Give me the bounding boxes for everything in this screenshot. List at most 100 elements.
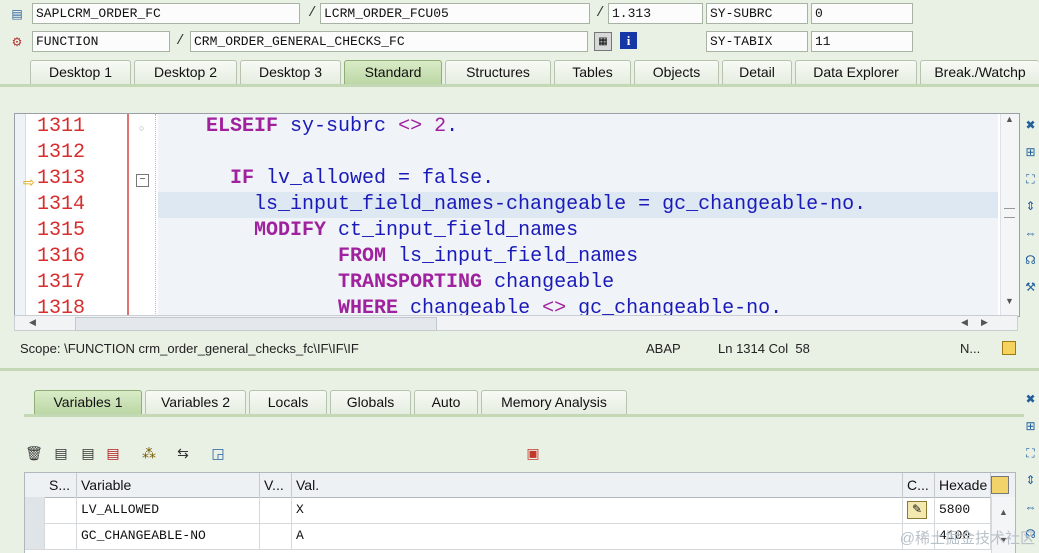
hex-cell: 5800	[935, 497, 991, 523]
notepad-icon[interactable]	[1002, 341, 1016, 355]
variable-cell[interactable]: GC_CHANGEABLE-NO	[77, 523, 260, 549]
split-icon[interactable]: ⊞	[1022, 415, 1039, 437]
line-number: 1317	[37, 271, 86, 294]
separator-slash: /	[308, 5, 317, 21]
line-number: 1311	[37, 115, 86, 138]
sysvar-value-field[interactable]: 0	[811, 3, 913, 24]
maximize-icon[interactable]: ⛶	[1022, 168, 1039, 190]
sysvar-name-field[interactable]: SY-TABIX	[706, 31, 808, 52]
close-icon[interactable]: ✖	[1022, 388, 1039, 410]
tab-auto[interactable]: Auto	[414, 390, 478, 414]
tab-standard[interactable]: Standard	[344, 60, 442, 84]
code-area[interactable]: ELSEIF sy-subrc <> 2. IF lv_allowed = fa…	[158, 114, 998, 316]
swap-vertical-icon[interactable]: ⇕	[1022, 195, 1039, 217]
value-cell[interactable]: X	[292, 497, 903, 523]
column-header-variable[interactable]: Variable	[77, 473, 260, 497]
line-number: 1313	[37, 167, 86, 190]
tab-variables-2[interactable]: Variables 2	[145, 390, 246, 414]
watermark: @稀土掘金技术社区	[899, 530, 1035, 547]
collapse-block-icon[interactable]: −	[136, 174, 149, 187]
type-field[interactable]: FUNCTION	[32, 31, 170, 52]
swap-horizontal-icon[interactable]: ⇔	[1022, 222, 1039, 244]
code-line: TRANSPORTING changeable	[338, 271, 615, 294]
column-header-change[interactable]: C...	[903, 473, 935, 497]
source-code-editor[interactable]: ⇨ 1311 1312 1313 1314 1315 1316 1317 131…	[14, 113, 1020, 317]
scroll-left-icon[interactable]: ◀	[961, 317, 968, 328]
document-icon[interactable]: ▤	[103, 443, 123, 463]
scroll-thumb[interactable]	[1004, 208, 1015, 218]
tab-memory-analysis[interactable]: Memory Analysis	[481, 390, 627, 414]
scroll-thumb[interactable]	[75, 317, 437, 331]
row-selector[interactable]	[25, 523, 45, 549]
editor-horizontal-scrollbar[interactable]: ◀ ◀ ▶	[14, 315, 1018, 331]
column-header-status[interactable]: S...	[45, 473, 77, 497]
tab-locals[interactable]: Locals	[249, 390, 327, 414]
document-icon[interactable]: ▤	[78, 443, 98, 463]
tab-desktop-1[interactable]: Desktop 1	[30, 60, 131, 84]
tab-data-explorer[interactable]: Data Explorer	[795, 60, 917, 84]
line-field[interactable]: 1.313	[608, 3, 703, 24]
scroll-up-icon[interactable]: ▲	[1005, 114, 1014, 124]
separator-slash: /	[176, 33, 185, 49]
tab-detail[interactable]: Detail	[722, 60, 792, 84]
column-header-value[interactable]: Val.	[292, 473, 903, 497]
line-number: 1316	[37, 245, 86, 268]
info-icon[interactable]: i	[620, 32, 637, 49]
tab-desktop-2[interactable]: Desktop 2	[134, 60, 237, 84]
scroll-left-icon[interactable]: ◀	[29, 317, 36, 328]
swap-vertical-icon[interactable]: ⇕	[1022, 469, 1039, 491]
tab-objects[interactable]: Objects	[634, 60, 719, 84]
headset-icon[interactable]: ☊	[1022, 249, 1039, 271]
variable-cell[interactable]: LV_ALLOWED	[77, 497, 260, 523]
include-field[interactable]: LCRM_ORDER_FCU05	[320, 3, 590, 24]
table-row[interactable]: GC_CHANGEABLE-NO A 4100	[25, 523, 1015, 550]
tab-desktop-3[interactable]: Desktop 3	[240, 60, 341, 84]
value-cell[interactable]: A	[292, 523, 903, 549]
line-number-gutter: 1311 1312 1313 1314 1315 1316 1317 1318	[37, 114, 129, 316]
editor-vertical-scrollbar[interactable]: ▲ ▼	[1000, 114, 1019, 316]
sysvar-value-field[interactable]: 11	[811, 31, 913, 52]
delete-icon[interactable]: 🗑	[24, 443, 44, 463]
table-row[interactable]: LV_ALLOWED X ✎ 5800	[25, 497, 1015, 524]
editor-side-toolbar: ✖ ⊞ ⛶ ⇕ ⇔ ☊ ⚒	[1022, 114, 1039, 303]
tab-breakpoints-watchpoints[interactable]: Break./Watchp	[920, 60, 1039, 84]
editor-status-bar: Scope: \FUNCTION crm_order_general_check…	[14, 336, 1024, 362]
scroll-up-icon[interactable]: ▲	[999, 507, 1008, 517]
variables-side-toolbar: ✖ ⊞ ⛶ ⇕ ⇔ ☊	[1022, 388, 1039, 550]
display-icon[interactable]: ◲	[208, 443, 228, 463]
change-cell[interactable]: ✎	[903, 497, 935, 523]
row-selector[interactable]	[25, 497, 45, 523]
scroll-right-icon[interactable]: ▶	[981, 317, 988, 328]
tab-variables-1[interactable]: Variables 1	[34, 390, 142, 414]
display-object-icon[interactable]: ▦	[594, 32, 612, 51]
pencil-icon[interactable]: ✎	[907, 501, 927, 519]
tab-tables[interactable]: Tables	[554, 60, 631, 84]
tools-icon[interactable]: ⚒	[1022, 276, 1039, 298]
column-header-hex[interactable]: Hexade	[935, 473, 991, 497]
maximize-icon[interactable]: ⛶	[1022, 442, 1039, 464]
program-field[interactable]: SAPLCRM_ORDER_FC	[32, 3, 300, 24]
editor-left-strip	[15, 114, 26, 316]
sysvar-name-field[interactable]: SY-SUBRC	[706, 3, 808, 24]
swap-horizontal-icon[interactable]: ⇔	[1022, 496, 1039, 518]
document-icon[interactable]: ▤	[51, 443, 71, 463]
column-header-v[interactable]: V...	[260, 473, 292, 497]
line-number: 1315	[37, 219, 86, 242]
save-icon[interactable]: ▣	[523, 443, 543, 463]
close-icon[interactable]: ✖	[1022, 114, 1039, 136]
hierarchy-icon[interactable]: ⁂	[139, 443, 159, 463]
scroll-down-icon[interactable]: ▼	[1005, 296, 1014, 306]
fold-dot-icon: ○	[139, 123, 145, 133]
tab-globals[interactable]: Globals	[330, 390, 411, 414]
column-layout-icon[interactable]	[991, 476, 1009, 494]
code-line: FROM ls_input_field_names	[338, 245, 639, 268]
scope-text: Scope: \FUNCTION crm_order_general_check…	[20, 341, 359, 356]
mode-text: N...	[960, 341, 981, 356]
tab-structures[interactable]: Structures	[445, 60, 551, 84]
transfer-icon[interactable]: ⇆	[173, 443, 193, 463]
code-line-current: ls_input_field_names-changeable = gc_cha…	[158, 192, 998, 218]
split-icon[interactable]: ⊞	[1022, 141, 1039, 163]
function-name-field[interactable]: CRM_ORDER_GENERAL_CHECKS_FC	[190, 31, 588, 52]
line-number: 1314	[37, 193, 86, 216]
